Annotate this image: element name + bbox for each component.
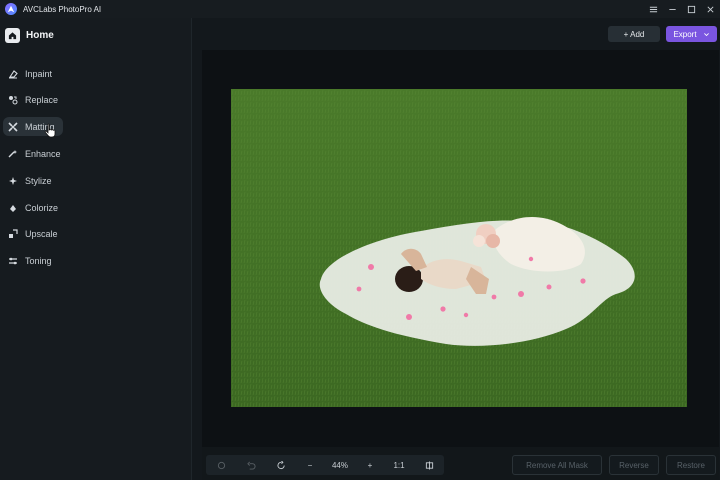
close-icon[interactable] xyxy=(701,0,720,18)
restore-button[interactable]: Restore xyxy=(666,455,716,475)
colorize-icon xyxy=(7,202,18,213)
app-title: AVCLabs PhotoPro AI xyxy=(23,4,102,14)
maximize-icon[interactable] xyxy=(682,0,701,18)
sidebar-item-label: Colorize xyxy=(25,202,59,213)
view-tool-group: − 44% + 1:1 xyxy=(206,455,444,475)
window-controls xyxy=(644,0,720,18)
menu-icon[interactable] xyxy=(644,0,663,18)
sidebar-item-label: Enhance xyxy=(25,148,61,159)
export-button[interactable]: Export xyxy=(666,26,717,42)
minimize-icon[interactable] xyxy=(663,0,682,18)
sidebar-item-replace[interactable]: Replace xyxy=(3,90,63,109)
redo-icon[interactable] xyxy=(266,455,296,475)
stylize-icon xyxy=(7,175,18,186)
home-icon xyxy=(5,28,20,43)
photo-preview[interactable] xyxy=(231,89,687,407)
sidebar: Home Inpaint Replace Matting Enhance Sty… xyxy=(0,18,192,480)
reset-icon[interactable] xyxy=(206,455,236,475)
remove-all-mask-button[interactable]: Remove All Mask xyxy=(512,455,602,475)
undo-icon[interactable] xyxy=(236,455,266,475)
reverse-button[interactable]: Reverse xyxy=(609,455,659,475)
replace-icon xyxy=(7,94,18,105)
matting-icon xyxy=(7,121,18,132)
hand-cursor-icon xyxy=(44,123,56,138)
home-label: Home xyxy=(26,30,54,41)
sidebar-item-stylize[interactable]: Stylize xyxy=(3,171,63,190)
sidebar-item-label: Upscale xyxy=(25,228,58,239)
chevron-down-icon xyxy=(703,32,709,36)
actual-size-button[interactable]: 1:1 xyxy=(384,455,414,475)
compare-icon[interactable] xyxy=(414,455,444,475)
sidebar-item-upscale[interactable]: Upscale xyxy=(3,224,63,243)
zoom-level: 44% xyxy=(331,460,348,470)
sidebar-item-label: Replace xyxy=(25,94,59,105)
zoom-out-button[interactable]: − xyxy=(296,455,324,475)
app-logo-icon xyxy=(5,3,17,15)
eraser-icon xyxy=(7,68,18,79)
title-bar: AVCLabs PhotoPro AI xyxy=(0,0,720,18)
sidebar-item-toning[interactable]: Toning xyxy=(3,251,63,270)
sidebar-item-colorize[interactable]: Colorize xyxy=(3,198,63,217)
sidebar-item-label: Stylize xyxy=(25,175,52,186)
sidebar-item-label: Inpaint xyxy=(25,68,53,79)
enhance-icon xyxy=(7,148,18,159)
zoom-in-button[interactable]: + xyxy=(356,455,384,475)
toning-icon xyxy=(7,255,18,266)
upscale-icon xyxy=(7,228,18,239)
export-label: Export xyxy=(673,29,697,39)
sidebar-item-inpaint[interactable]: Inpaint xyxy=(3,64,63,83)
add-button[interactable]: + Add xyxy=(608,26,660,42)
home-button[interactable]: Home xyxy=(5,28,54,43)
sidebar-item-label: Toning xyxy=(25,255,52,266)
sidebar-item-enhance[interactable]: Enhance xyxy=(3,144,63,163)
photo-image xyxy=(231,89,687,407)
